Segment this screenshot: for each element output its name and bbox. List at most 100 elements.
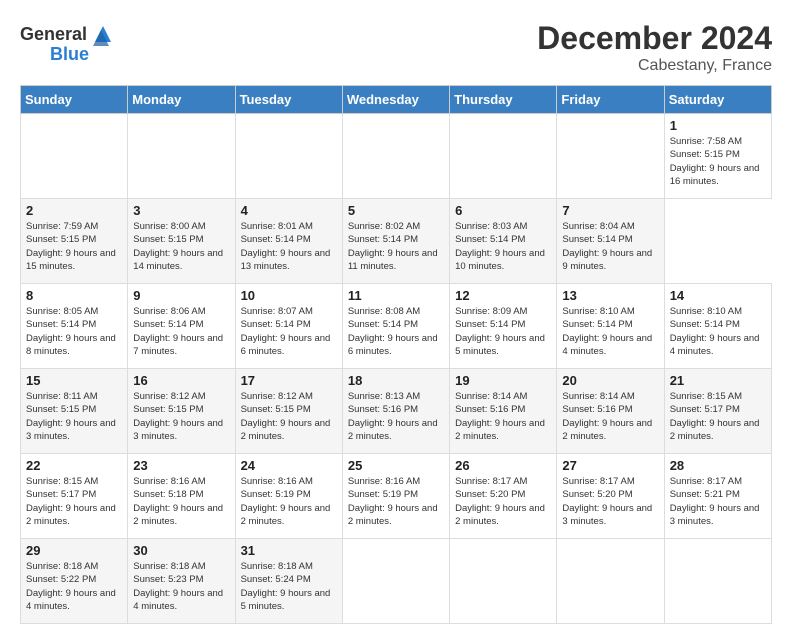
day-detail: Sunrise: 8:04 AMSunset: 5:14 PMDaylight:… (562, 221, 652, 272)
day-number: 11 (348, 288, 444, 303)
empty-cell (342, 539, 449, 624)
day-detail: Sunrise: 8:14 AMSunset: 5:16 PMDaylight:… (562, 391, 652, 442)
day-detail: Sunrise: 8:03 AMSunset: 5:14 PMDaylight:… (455, 221, 545, 272)
empty-cell (128, 114, 235, 199)
day-number: 19 (455, 373, 551, 388)
day-detail: Sunrise: 8:06 AMSunset: 5:14 PMDaylight:… (133, 306, 223, 357)
day-number: 15 (26, 373, 122, 388)
day-detail: Sunrise: 8:18 AMSunset: 5:23 PMDaylight:… (133, 561, 223, 612)
day-number: 23 (133, 458, 229, 473)
day-number: 3 (133, 203, 229, 218)
day-detail: Sunrise: 8:11 AMSunset: 5:15 PMDaylight:… (26, 391, 116, 442)
weekday-header-saturday: Saturday (664, 86, 771, 114)
day-detail: Sunrise: 8:15 AMSunset: 5:17 PMDaylight:… (26, 476, 116, 527)
day-detail: Sunrise: 8:17 AMSunset: 5:20 PMDaylight:… (455, 476, 545, 527)
day-number: 18 (348, 373, 444, 388)
week-row-3: 8 Sunrise: 8:05 AMSunset: 5:14 PMDayligh… (21, 284, 772, 369)
day-detail: Sunrise: 8:17 AMSunset: 5:21 PMDaylight:… (670, 476, 760, 527)
day-detail: Sunrise: 8:09 AMSunset: 5:14 PMDaylight:… (455, 306, 545, 357)
day-cell-6: 6 Sunrise: 8:03 AMSunset: 5:14 PMDayligh… (450, 199, 557, 284)
day-detail: Sunrise: 8:16 AMSunset: 5:19 PMDaylight:… (241, 476, 331, 527)
day-cell-19: 19 Sunrise: 8:14 AMSunset: 5:16 PMDaylig… (450, 369, 557, 454)
day-cell-14: 14 Sunrise: 8:10 AMSunset: 5:14 PMDaylig… (664, 284, 771, 369)
day-number: 6 (455, 203, 551, 218)
day-number: 24 (241, 458, 337, 473)
logo: General Blue (20, 20, 117, 65)
day-number: 20 (562, 373, 658, 388)
day-detail: Sunrise: 8:01 AMSunset: 5:14 PMDaylight:… (241, 221, 331, 272)
day-cell-9: 9 Sunrise: 8:06 AMSunset: 5:14 PMDayligh… (128, 284, 235, 369)
day-detail: Sunrise: 8:18 AMSunset: 5:22 PMDaylight:… (26, 561, 116, 612)
day-number: 29 (26, 543, 122, 558)
weekday-header-monday: Monday (128, 86, 235, 114)
location-title: Cabestany, France (537, 57, 772, 75)
day-cell-13: 13 Sunrise: 8:10 AMSunset: 5:14 PMDaylig… (557, 284, 664, 369)
logo-icon (89, 20, 117, 48)
day-cell-26: 26 Sunrise: 8:17 AMSunset: 5:20 PMDaylig… (450, 454, 557, 539)
title-area: December 2024 Cabestany, France (537, 20, 772, 75)
day-number: 7 (562, 203, 658, 218)
empty-cell (557, 539, 664, 624)
week-row-6: 29 Sunrise: 8:18 AMSunset: 5:22 PMDaylig… (21, 539, 772, 624)
day-detail: Sunrise: 7:58 AMSunset: 5:15 PMDaylight:… (670, 136, 760, 187)
day-detail: Sunrise: 8:07 AMSunset: 5:14 PMDaylight:… (241, 306, 331, 357)
day-detail: Sunrise: 8:16 AMSunset: 5:18 PMDaylight:… (133, 476, 223, 527)
day-cell-24: 24 Sunrise: 8:16 AMSunset: 5:19 PMDaylig… (235, 454, 342, 539)
day-cell-1: 1 Sunrise: 7:58 AMSunset: 5:15 PMDayligh… (664, 114, 771, 199)
day-number: 13 (562, 288, 658, 303)
day-cell-31: 31 Sunrise: 8:18 AMSunset: 5:24 PMDaylig… (235, 539, 342, 624)
day-cell-30: 30 Sunrise: 8:18 AMSunset: 5:23 PMDaylig… (128, 539, 235, 624)
day-detail: Sunrise: 8:05 AMSunset: 5:14 PMDaylight:… (26, 306, 116, 357)
day-cell-10: 10 Sunrise: 8:07 AMSunset: 5:14 PMDaylig… (235, 284, 342, 369)
day-cell-21: 21 Sunrise: 8:15 AMSunset: 5:17 PMDaylig… (664, 369, 771, 454)
weekday-header-sunday: Sunday (21, 86, 128, 114)
day-number: 12 (455, 288, 551, 303)
day-number: 1 (670, 118, 766, 133)
day-detail: Sunrise: 8:08 AMSunset: 5:14 PMDaylight:… (348, 306, 438, 357)
day-number: 16 (133, 373, 229, 388)
day-detail: Sunrise: 8:00 AMSunset: 5:15 PMDaylight:… (133, 221, 223, 272)
day-number: 22 (26, 458, 122, 473)
day-detail: Sunrise: 8:12 AMSunset: 5:15 PMDaylight:… (241, 391, 331, 442)
calendar-table: SundayMondayTuesdayWednesdayThursdayFrid… (20, 85, 772, 624)
day-detail: Sunrise: 8:13 AMSunset: 5:16 PMDaylight:… (348, 391, 438, 442)
day-cell-22: 22 Sunrise: 8:15 AMSunset: 5:17 PMDaylig… (21, 454, 128, 539)
weekday-header-row: SundayMondayTuesdayWednesdayThursdayFrid… (21, 86, 772, 114)
day-detail: Sunrise: 8:10 AMSunset: 5:14 PMDaylight:… (562, 306, 652, 357)
day-detail: Sunrise: 8:10 AMSunset: 5:14 PMDaylight:… (670, 306, 760, 357)
header: General Blue December 2024 Cabestany, Fr… (20, 20, 772, 75)
empty-cell (342, 114, 449, 199)
day-detail: Sunrise: 8:17 AMSunset: 5:20 PMDaylight:… (562, 476, 652, 527)
empty-cell (450, 114, 557, 199)
day-number: 21 (670, 373, 766, 388)
day-number: 5 (348, 203, 444, 218)
day-detail: Sunrise: 8:02 AMSunset: 5:14 PMDaylight:… (348, 221, 438, 272)
day-number: 26 (455, 458, 551, 473)
day-detail: Sunrise: 8:12 AMSunset: 5:15 PMDaylight:… (133, 391, 223, 442)
weekday-header-tuesday: Tuesday (235, 86, 342, 114)
logo-text-general: General (20, 24, 87, 45)
day-cell-5: 5 Sunrise: 8:02 AMSunset: 5:14 PMDayligh… (342, 199, 449, 284)
week-row-4: 15 Sunrise: 8:11 AMSunset: 5:15 PMDaylig… (21, 369, 772, 454)
day-number: 2 (26, 203, 122, 218)
day-cell-12: 12 Sunrise: 8:09 AMSunset: 5:14 PMDaylig… (450, 284, 557, 369)
day-cell-7: 7 Sunrise: 8:04 AMSunset: 5:14 PMDayligh… (557, 199, 664, 284)
day-detail: Sunrise: 7:59 AMSunset: 5:15 PMDaylight:… (26, 221, 116, 272)
day-cell-3: 3 Sunrise: 8:00 AMSunset: 5:15 PMDayligh… (128, 199, 235, 284)
day-cell-8: 8 Sunrise: 8:05 AMSunset: 5:14 PMDayligh… (21, 284, 128, 369)
day-number: 8 (26, 288, 122, 303)
day-number: 17 (241, 373, 337, 388)
day-number: 9 (133, 288, 229, 303)
day-cell-2: 2 Sunrise: 7:59 AMSunset: 5:15 PMDayligh… (21, 199, 128, 284)
day-cell-29: 29 Sunrise: 8:18 AMSunset: 5:22 PMDaylig… (21, 539, 128, 624)
day-detail: Sunrise: 8:14 AMSunset: 5:16 PMDaylight:… (455, 391, 545, 442)
day-number: 27 (562, 458, 658, 473)
weekday-header-thursday: Thursday (450, 86, 557, 114)
month-title: December 2024 (537, 20, 772, 57)
day-number: 31 (241, 543, 337, 558)
day-number: 25 (348, 458, 444, 473)
day-detail: Sunrise: 8:16 AMSunset: 5:19 PMDaylight:… (348, 476, 438, 527)
day-number: 14 (670, 288, 766, 303)
day-number: 10 (241, 288, 337, 303)
day-cell-17: 17 Sunrise: 8:12 AMSunset: 5:15 PMDaylig… (235, 369, 342, 454)
